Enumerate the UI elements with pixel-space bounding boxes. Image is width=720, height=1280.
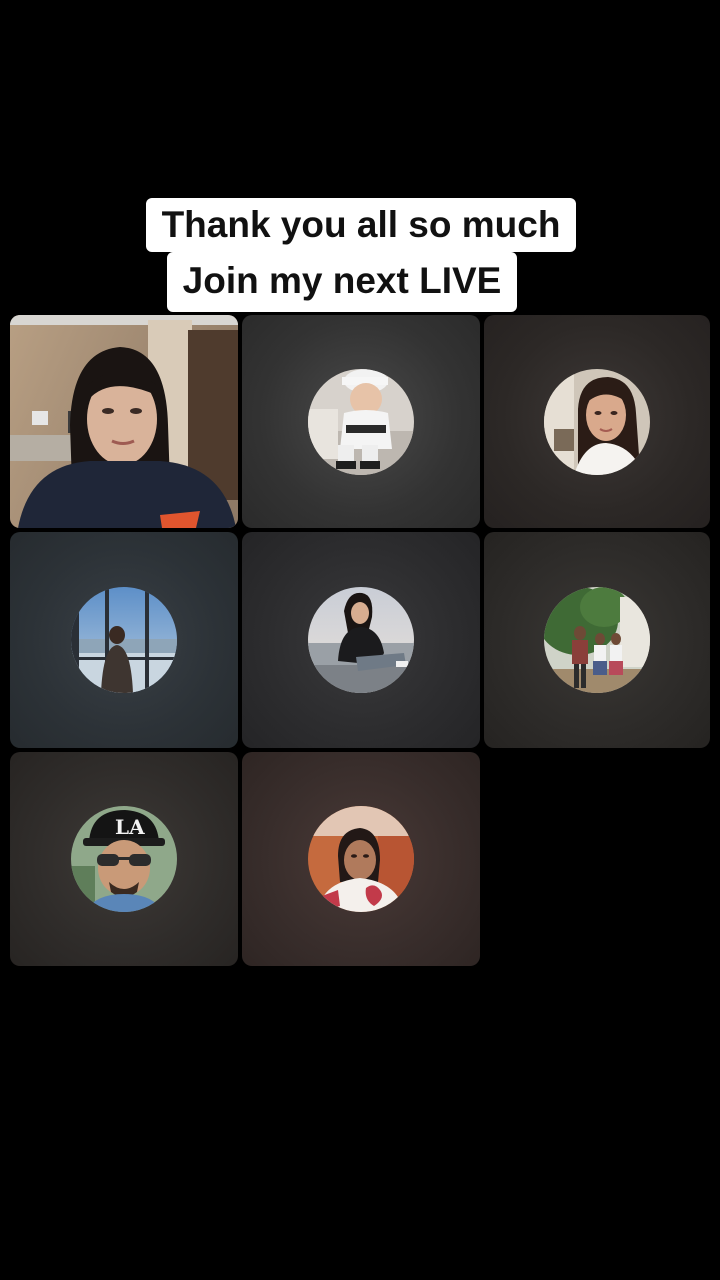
- guest-8-tile[interactable]: [242, 752, 480, 966]
- window-view-avatar: [71, 587, 177, 693]
- guest-4-tile[interactable]: [10, 532, 238, 748]
- woman-portrait-avatar: [544, 368, 650, 475]
- guest-6-tile[interactable]: [484, 532, 710, 748]
- svg-text:LA: LA: [115, 815, 145, 839]
- child-with-cap-avatar: [308, 368, 414, 475]
- host-video-tile[interactable]: [10, 315, 238, 528]
- man-la-cap-avatar: LA: [71, 806, 177, 912]
- guest-2-tile[interactable]: [242, 315, 480, 528]
- guest-3-tile[interactable]: [484, 315, 710, 528]
- woman-red-wall-avatar: [308, 806, 414, 912]
- host-video: [10, 315, 238, 528]
- family-garden-avatar: [544, 587, 650, 693]
- guest-5-tile[interactable]: [242, 532, 480, 748]
- caption-text-1: Thank you all so much: [145, 198, 577, 252]
- caption-line-2: Join my next LIVE: [0, 252, 720, 312]
- caption-text-2: Join my next LIVE: [166, 252, 518, 312]
- guest-7-tile[interactable]: LA: [10, 752, 238, 966]
- caption-line-1: Thank you all so much: [0, 198, 720, 252]
- seated-woman-avatar: [308, 587, 414, 693]
